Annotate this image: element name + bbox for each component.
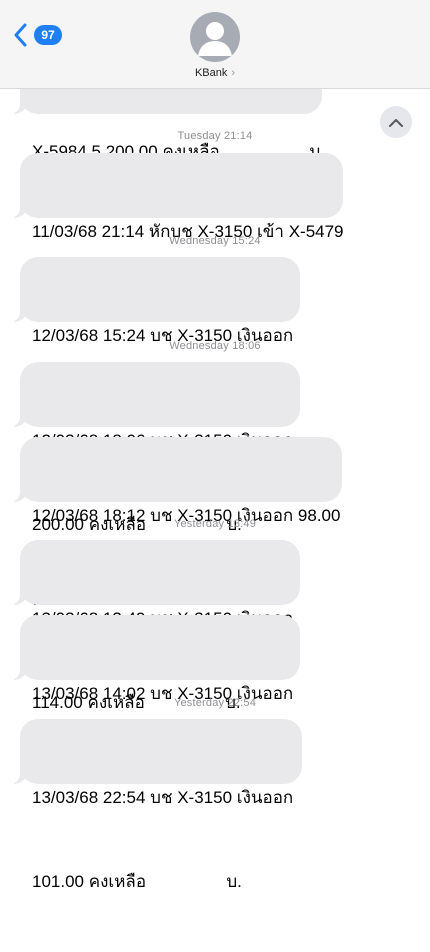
contact-name-button[interactable]: KBank › — [0, 67, 430, 79]
person-icon — [198, 22, 232, 56]
message-bubble[interactable]: 12/03/68 15:24 บช X-3150 เงินออก 554.06 … — [10, 257, 300, 429]
timestamp: Tuesday 21:14 — [177, 130, 253, 142]
chevron-right-icon: › — [231, 67, 236, 79]
contact-name: KBank — [194, 67, 228, 79]
message-line: 13/03/68 22:54 บช X-3150 เงินออก — [32, 788, 294, 807]
message-bubble[interactable]: 13/03/68 22:54 บช X-3150 เงินออก 101.00 … — [10, 719, 302, 891]
scroll-up-button[interactable] — [380, 106, 412, 138]
timestamp: Wednesday 18:06 — [169, 340, 261, 352]
chevron-up-icon — [389, 118, 403, 127]
timestamp: Yesterday 22:54 — [173, 697, 257, 709]
message-bubble[interactable]: 12/03/68 18:06 บช X-3150 เงินออก 200.00 … — [10, 362, 300, 534]
conversation-header: 97 KBank › — [0, 0, 430, 89]
message-bubble[interactable]: 13/03/68 13:49 บช X-3150 เงินออก 114.00 … — [10, 540, 300, 712]
timestamp: Wednesday 15:24 — [169, 235, 261, 247]
chevron-left-icon — [14, 23, 27, 47]
message-line: 101.00 คงเหลือ บ. — [32, 872, 242, 891]
message-bubble[interactable]: 12/03/68 18:12 บช X-3150 เงินออก 98.00 ค… — [10, 437, 342, 609]
message-bubble[interactable]: 11/03/68 21:14 หักบช X-3150 เข้า X-5479 … — [10, 153, 344, 325]
message-thread[interactable]: X-5984 5,200.00 คงเหลือ บ. Tuesday 21:14… — [0, 0, 430, 891]
contact-avatar[interactable] — [190, 12, 240, 62]
unread-count-badge: 97 — [34, 25, 62, 45]
message-bubble[interactable]: 13/03/68 14:02 บช X-3150 เงินออก 90.00 ค… — [10, 615, 300, 787]
timestamp: Yesterday 13:49 — [173, 518, 257, 530]
back-button[interactable]: 97 — [14, 22, 62, 48]
